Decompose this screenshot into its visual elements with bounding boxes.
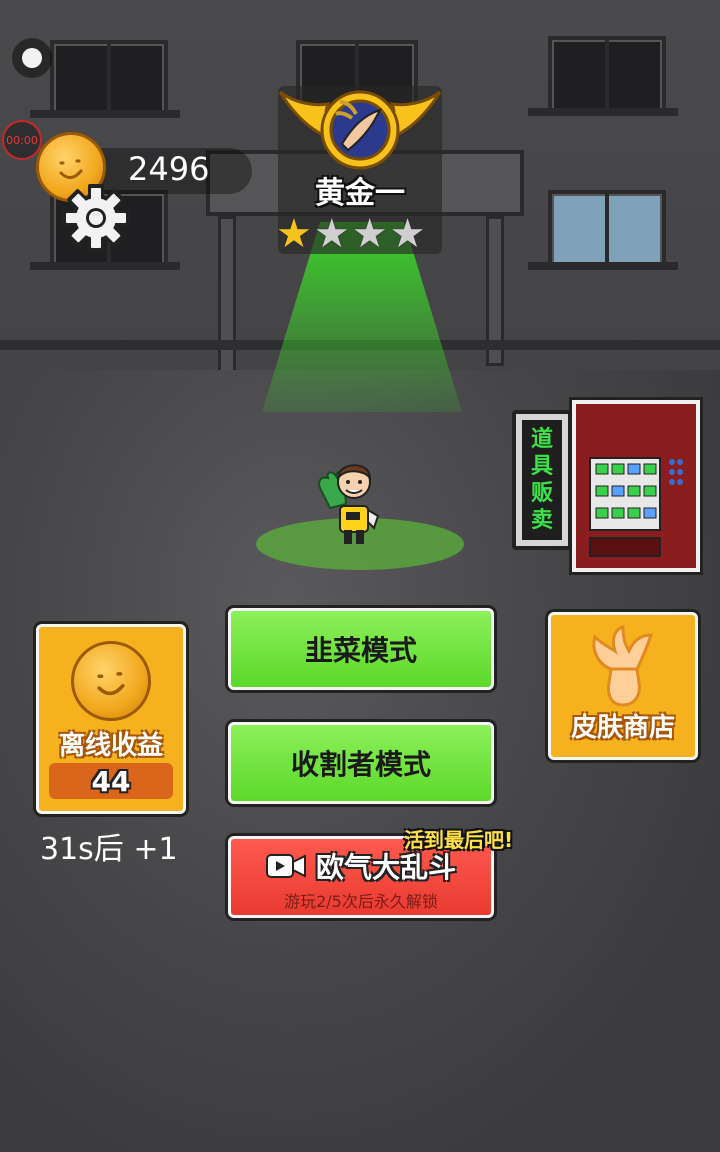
vending-sign-char: 具 — [530, 454, 553, 479]
window-sill — [528, 108, 678, 116]
vending-sign-char: 卖 — [530, 508, 553, 533]
offline-earnings-timer: 31s后 +1 — [40, 832, 178, 867]
gear-icon[interactable] — [60, 182, 132, 254]
pillar — [218, 216, 236, 386]
skin-shop-label: 皮肤商店 — [570, 713, 675, 743]
vending-sign-char: 道 — [530, 427, 553, 452]
building-window-lit — [548, 190, 666, 270]
leek-mode-button[interactable]: 韭菜模式 — [228, 608, 494, 690]
star-filled-icon: ★ — [276, 211, 312, 257]
star-empty-icon: ★ — [351, 211, 388, 257]
vending-machine[interactable] — [572, 400, 700, 572]
rank-name: 黄金一 — [315, 176, 405, 211]
window-sill — [30, 262, 180, 270]
leek-mode-label: 韭菜模式 — [304, 634, 417, 667]
skin-shop-button[interactable]: 皮肤商店 — [548, 612, 698, 760]
gold-wings-emblem-icon — [278, 90, 442, 170]
vending-sign-char: 贩 — [530, 481, 553, 506]
video-camera-icon — [265, 854, 306, 878]
rank-stars: ★ ★ ★ ★ — [276, 214, 446, 254]
game-scene: 00:00 2496 黄金一 ★ ★ ★ ★ 道 具 贩 卖 离线收益 44 3… — [0, 0, 720, 1152]
offline-earnings-count: 44 — [49, 763, 173, 799]
record-timer: 00:00 — [2, 120, 42, 160]
leek-hand-icon — [592, 625, 654, 707]
window-sill — [528, 262, 678, 270]
window-sill — [30, 110, 180, 118]
record-button[interactable] — [12, 38, 52, 78]
reaper-mode-label: 收割者模式 — [290, 748, 431, 781]
star-empty-icon: ★ — [389, 211, 426, 257]
building-window — [548, 36, 666, 116]
star-empty-icon: ★ — [313, 211, 350, 257]
vending-sign-text: 道 具 贩 卖 — [522, 420, 562, 540]
offline-earnings-label: 离线收益 — [58, 731, 163, 761]
coin-icon — [71, 641, 151, 721]
brawl-promo-text: 活到最后吧! — [404, 828, 514, 852]
brawl-mode-unlock-hint: 游玩2/5次后永久解锁 — [284, 892, 438, 911]
coin-count: 2496 — [128, 150, 210, 188]
player-character[interactable] — [316, 452, 384, 546]
vending-machine-icon — [589, 457, 683, 557]
offline-earnings-card[interactable]: 离线收益 44 — [36, 624, 186, 814]
reaper-mode-button[interactable]: 收割者模式 — [228, 722, 494, 804]
building-window — [50, 40, 168, 118]
vending-sign[interactable]: 道 具 贩 卖 — [512, 410, 572, 550]
